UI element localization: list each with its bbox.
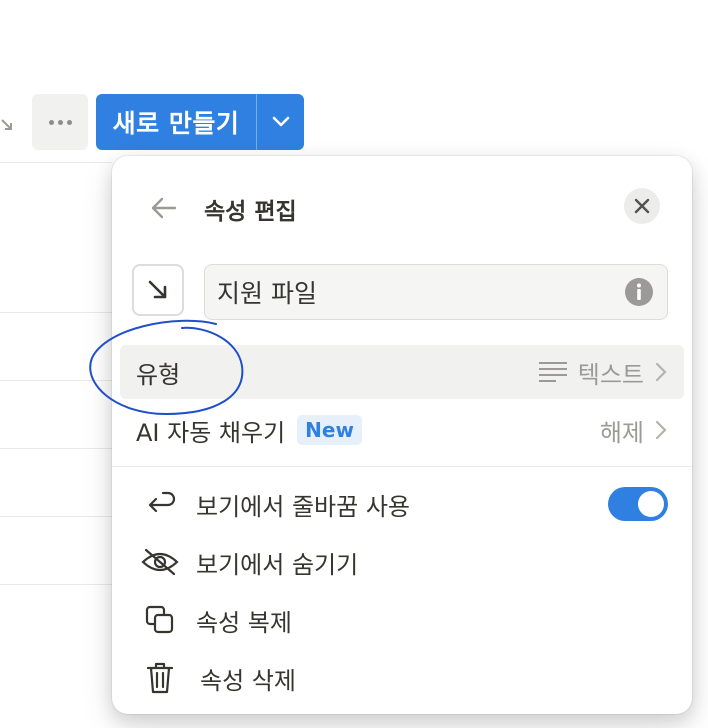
property-icon-picker[interactable]: [132, 264, 184, 316]
table-divider: [0, 162, 112, 163]
wrap-toggle[interactable]: [608, 487, 668, 521]
trash-icon: [146, 662, 174, 694]
copy-icon: [145, 605, 174, 634]
menu-duplicate-label: 속성 복제: [196, 608, 292, 637]
text-lines-icon: [538, 362, 567, 382]
menu-duplicate-property[interactable]: 속성 복제: [140, 595, 670, 645]
property-type-label: 유형: [136, 360, 181, 389]
ai-autofill-label: AI 자동 채우기: [136, 418, 286, 447]
menu-hide-label: 보기에서 숨기기: [196, 550, 359, 579]
menu-hide-in-view[interactable]: 보기에서 숨기기: [140, 537, 670, 587]
more-horizontal-icon: [48, 119, 72, 125]
property-name-input[interactable]: [204, 264, 668, 320]
arrow-down-right-icon: [1, 119, 12, 130]
property-type-value: 텍스트: [577, 360, 644, 389]
table-divider: [0, 448, 112, 449]
eye-off-icon: [141, 548, 179, 576]
arrow-left-icon[interactable]: [148, 192, 180, 224]
panel-title: 속성 편집: [204, 199, 297, 225]
property-type-row[interactable]: 유형 텍스트: [120, 345, 684, 399]
ai-autofill-row[interactable]: AI 자동 채우기 New 해제: [120, 403, 684, 457]
new-button-label[interactable]: 새로 만들기: [96, 94, 256, 150]
arrow-down-right-icon: [148, 280, 167, 299]
table-divider: [0, 380, 112, 381]
menu-delete-label: 속성 삭제: [200, 666, 296, 695]
menu-delete-property[interactable]: 속성 삭제: [140, 653, 670, 703]
table-divider: [0, 516, 112, 517]
section-divider: [112, 466, 692, 467]
ai-autofill-value: 해제: [599, 418, 644, 447]
close-button[interactable]: [624, 188, 660, 224]
chevron-right-icon: [655, 362, 667, 382]
info-icon[interactable]: [624, 277, 654, 307]
table-divider: [0, 584, 112, 585]
menu-wrap-label: 보기에서 줄바꿈 사용: [196, 492, 410, 521]
table-divider: [0, 312, 112, 313]
chevron-down-icon: [272, 116, 289, 127]
wrap-arrow-icon: [148, 491, 176, 513]
new-dropdown-button[interactable]: [257, 94, 304, 150]
close-icon: [634, 198, 650, 214]
chevron-right-icon: [655, 420, 667, 440]
toggle-knob: [638, 491, 664, 517]
new-button[interactable]: 새로 만들기: [96, 94, 304, 150]
menu-wrap-in-view[interactable]: 보기에서 줄바꿈 사용: [140, 479, 670, 529]
more-options-button[interactable]: [32, 94, 88, 150]
new-badge: New: [297, 415, 362, 445]
edit-property-panel: 속성 편집 유형 텍스트 AI 자동 채우기 New 해제: [112, 156, 692, 714]
